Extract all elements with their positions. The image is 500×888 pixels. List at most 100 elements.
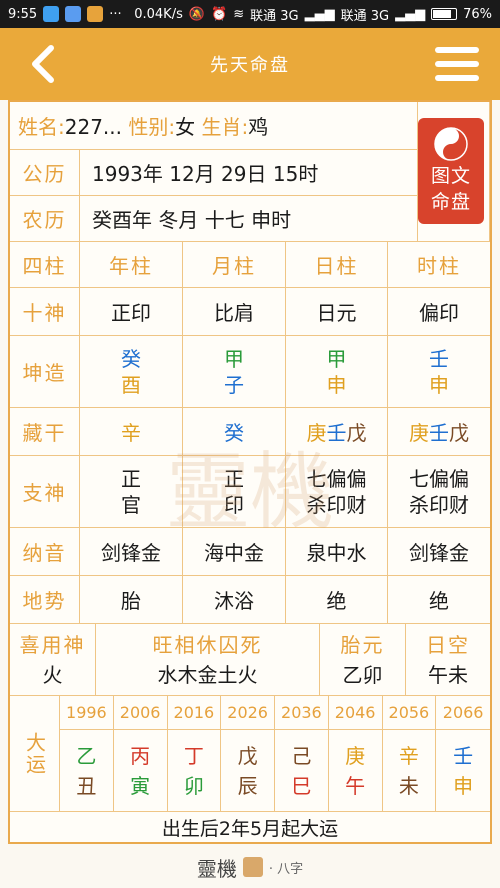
kunzao-year: 癸酉 — [80, 336, 183, 408]
footer: 靈機 · 八字 — [0, 846, 500, 888]
basic-info-row: 姓名:227... 性别:女 生肖:鸡 — [10, 102, 418, 150]
dayun-branch: 申 — [453, 773, 474, 798]
shishen-month: 比肩 — [183, 288, 286, 336]
zhishen-hour: 七偏偏 杀印财 — [388, 456, 490, 528]
row-label-kunzao: 坤造 — [10, 336, 80, 408]
battery-level: 76% — [463, 6, 492, 22]
chart-image-button[interactable]: 图文 命盘 — [418, 118, 484, 224]
mute-icon: 🔕 — [188, 6, 206, 22]
hidden-stem: 辛 — [121, 421, 141, 445]
dayun-year: 2046 — [328, 696, 383, 730]
battery-icon — [431, 8, 458, 20]
status-time: 9:55 — [8, 6, 38, 22]
nayin-day: 泉中水 — [286, 528, 388, 576]
status-bar: 9:55 ··· 0.04K/s 🔕 ⏰ ≋ 联通 3G ▂▄▆ 联通 3G ▂… — [0, 0, 500, 28]
zodiac-value: 鸡 — [248, 115, 269, 139]
menu-button[interactable] — [432, 42, 482, 86]
app-logo: 靈機 — [196, 856, 237, 881]
row-label-nayin: 纳音 — [10, 528, 80, 576]
dayun-stem: 丙 — [130, 743, 151, 768]
spirit-line: 印 — [224, 492, 244, 517]
carrier-2: 联通 3G — [340, 8, 390, 24]
zhishen-day: 七偏偏 杀印财 — [286, 456, 388, 528]
kunzao-day: 甲申 — [286, 336, 388, 408]
nayin-hour: 剑锋金 — [388, 528, 490, 576]
chevron-left-icon — [32, 45, 54, 83]
dayun-stem: 戊 — [237, 743, 258, 768]
dayun-note: 出生后2年5月起大运 — [161, 817, 339, 840]
more-icon: ··· — [109, 6, 122, 22]
wangxiang-label: 旺相休囚死 — [152, 632, 263, 657]
kunzao-month: 甲子 — [183, 336, 286, 408]
dayun-pillar: 辛未 — [382, 730, 437, 812]
shishen-day: 日元 — [286, 288, 388, 336]
dishi-year: 胎 — [80, 576, 183, 624]
hidden-stem: 癸 — [224, 421, 244, 445]
stem: 癸 — [121, 346, 141, 371]
xiyong-cell: 喜用神火 — [10, 624, 96, 696]
network-speed: 0.04K/s — [134, 6, 183, 22]
dayun-pillar: 戊辰 — [221, 730, 275, 812]
xiyong-label: 喜用神 — [19, 632, 86, 657]
alarm-icon: ⏰ — [211, 6, 228, 22]
pillars-label: 四柱 — [10, 242, 80, 288]
hidden-stem: 庚 — [306, 421, 327, 445]
wangxiang-cell: 旺相休囚死水木金土火 — [96, 624, 320, 696]
app-notification-icon — [87, 6, 104, 22]
shishen-year: 正印 — [80, 288, 183, 336]
canggan-month: 癸 — [183, 408, 286, 456]
solar-date: 1993年 12月 29日 15时 — [80, 150, 418, 196]
dayun-pillar: 庚午 — [328, 730, 383, 812]
gender-label: 性别: — [128, 115, 176, 139]
dayun-pillar: 己巳 — [275, 730, 329, 812]
dayun-pillar: 丙寅 — [113, 730, 168, 812]
dayun-branch: 巳 — [291, 773, 312, 798]
back-button[interactable] — [20, 42, 64, 86]
dayun-branch: 未 — [398, 773, 419, 798]
dayun-label-cell: 大运 — [10, 696, 60, 812]
dayun-stem: 己 — [291, 743, 312, 768]
rikong-cell: 日空 午未 — [406, 624, 490, 696]
menu-icon — [435, 47, 479, 53]
carrier-1: 联通 3G — [250, 8, 299, 24]
stem: 甲 — [224, 346, 244, 371]
hidden-stem: 壬 — [429, 421, 449, 445]
name-label: 姓名: — [18, 115, 65, 139]
branch: 酉 — [121, 372, 141, 397]
dayun-year: 1996 — [60, 696, 114, 730]
dayun-stem: 辛 — [398, 743, 419, 768]
dayun-pillar: 乙丑 — [60, 730, 114, 812]
dayun-year: 2016 — [167, 696, 222, 730]
dayun-branch: 寅 — [130, 773, 151, 798]
canggan-hour: 庚壬戊 — [388, 408, 490, 456]
spirit-line: 七偏偏 — [306, 466, 367, 491]
dayun-pillar: 丁卯 — [167, 730, 222, 812]
spirit-line: 正 — [121, 466, 141, 491]
branch: 申 — [429, 372, 449, 397]
yin-yang-icon — [434, 127, 468, 161]
signal-icon: ▂▄▆ — [395, 6, 426, 22]
dayun-year: 2066 — [436, 696, 490, 730]
col-day: 日柱 — [286, 242, 388, 288]
nayin-month: 海中金 — [183, 528, 286, 576]
hidden-stem: 壬 — [326, 421, 347, 445]
zodiac-label: 生肖: — [201, 115, 249, 139]
dayun-stem: 庚 — [345, 743, 366, 768]
kunzao-hour: 壬申 — [388, 336, 490, 408]
lunar-label: 农历 — [10, 196, 80, 242]
footer-subtitle: · 八字 — [268, 861, 304, 877]
dayun-stem: 乙 — [76, 743, 97, 768]
shishen-hour: 偏印 — [388, 288, 490, 336]
dishi-month: 沐浴 — [183, 576, 286, 624]
branch: 子 — [224, 372, 244, 397]
hidden-stem: 戊 — [346, 421, 367, 445]
zhishen-year: 正官 — [80, 456, 183, 528]
wangxiang-value: 水木金土火 — [157, 662, 258, 687]
col-year: 年柱 — [80, 242, 183, 288]
seal-icon — [242, 857, 263, 877]
spirit-line: 七偏偏 — [409, 466, 469, 491]
badge-line-2: 命盘 — [430, 191, 471, 213]
rikong-value: 午未 — [428, 662, 468, 687]
title-bar: 先天命盘 — [0, 28, 500, 100]
canggan-year: 辛 — [80, 408, 183, 456]
